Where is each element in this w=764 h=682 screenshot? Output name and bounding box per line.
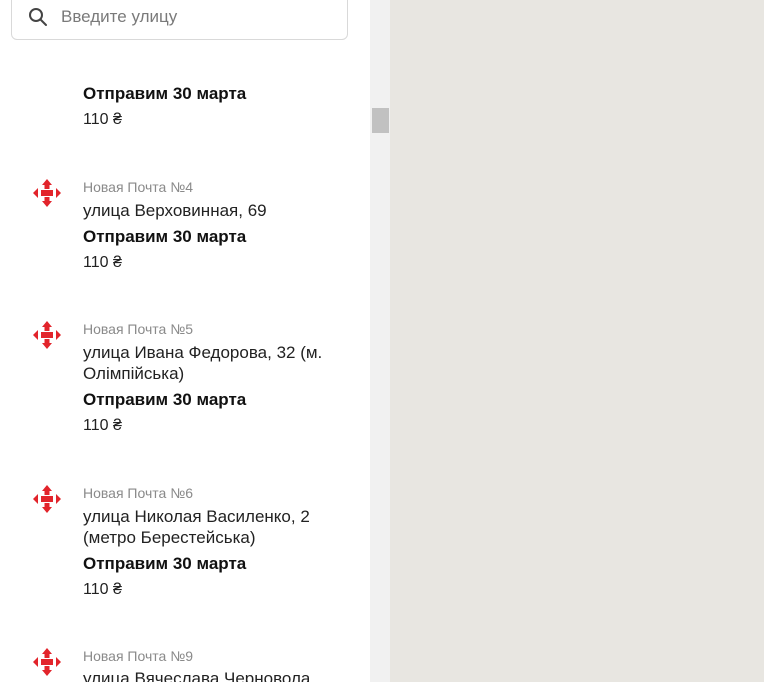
branch-address: улица Николая Василенко, 2 (метро Берест… [83, 507, 310, 547]
price: 110 ₴ [83, 254, 122, 271]
nova-poshta-logo-icon [33, 179, 61, 207]
search-input[interactable] [61, 5, 331, 29]
branch-name: Новая Почта №6 [83, 485, 194, 501]
nova-poshta-logo-icon [33, 321, 61, 349]
send-date: Отправим 30 марта [83, 84, 247, 103]
send-date: Отправим 30 марта [83, 554, 247, 573]
price: 110 ₴ [83, 111, 122, 128]
branch-name: Новая Почта №5 [83, 321, 194, 337]
branch-name: Новая Почта №4 [83, 179, 194, 195]
branch-address: улица Вячеслава Черновола [83, 669, 311, 682]
map-area[interactable] [390, 0, 764, 682]
branch-address: улица Верховинная, 69 [83, 201, 267, 220]
branch-name: Новая Почта №9 [83, 648, 194, 664]
search-icon [29, 8, 47, 26]
send-date: Отправим 30 марта [83, 227, 247, 246]
nova-poshta-logo-icon [33, 485, 61, 513]
list-scrollbar[interactable] [370, 0, 390, 682]
price: 110 ₴ [83, 417, 122, 434]
branch-list-panel: Отправим 30 марта 110 ₴ Новая Почта №4 у… [0, 0, 370, 682]
search-box [11, 0, 348, 40]
price: 110 ₴ [83, 581, 122, 598]
nova-poshta-logo-icon [33, 648, 61, 676]
send-date: Отправим 30 марта [83, 390, 247, 409]
branch-address: улица Ивана Федорова, 32 (м. Олімпійська… [83, 343, 323, 383]
scrollbar-thumb[interactable] [372, 108, 389, 133]
